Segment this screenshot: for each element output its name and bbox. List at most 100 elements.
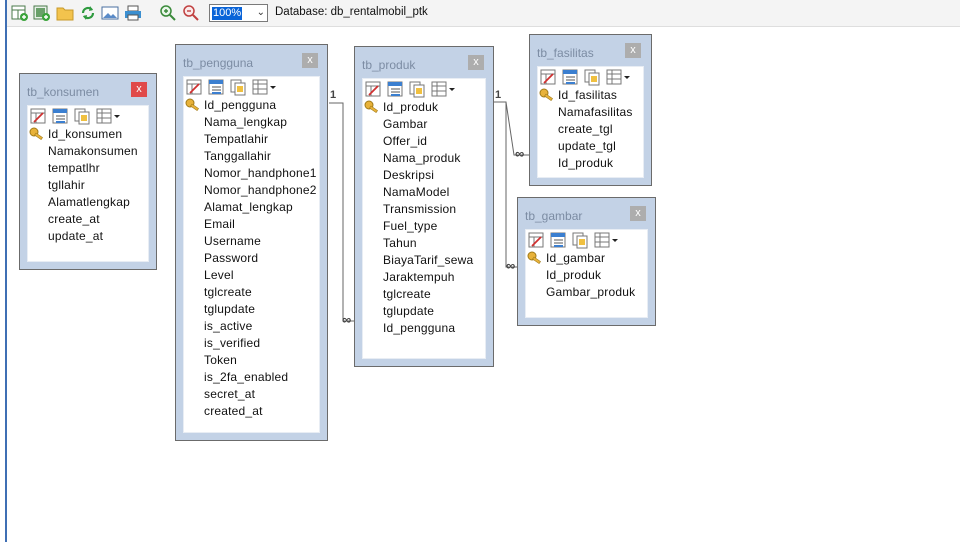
field-row[interactable]: Token — [184, 352, 319, 369]
zoom-in-icon[interactable] — [159, 4, 177, 22]
field-row[interactable]: create_tgl — [538, 121, 643, 138]
field-row[interactable]: Namafasilitas — [538, 104, 643, 121]
field-row[interactable]: tglupdate — [363, 303, 485, 320]
field-row[interactable]: Id_produk — [526, 267, 647, 284]
close-icon[interactable]: x — [630, 206, 646, 221]
edit-table-icon[interactable] — [528, 232, 545, 249]
field-row[interactable]: Id_pengguna — [184, 97, 319, 114]
field-row[interactable]: Id_fasilitas — [538, 87, 643, 104]
table-body: Id_konsumen Namakonsumen tempatlhr tglla… — [27, 105, 149, 262]
table-tb-fasilitas[interactable]: tb_fasilitas x Id_fasilitas Namafasilita… — [529, 34, 652, 186]
field-row[interactable]: Tempatlahir — [184, 131, 319, 148]
field-row[interactable]: Id_produk — [538, 155, 643, 172]
field-row[interactable]: Nama_lengkap — [184, 114, 319, 131]
table-properties-icon[interactable] — [562, 69, 579, 86]
field-row[interactable]: Id_konsumen — [28, 126, 148, 143]
edit-table-icon[interactable] — [30, 108, 47, 125]
field-row[interactable]: secret_at — [184, 386, 319, 403]
table-tb-pengguna[interactable]: tb_pengguna x Id_pengguna Nama_lengkap T… — [175, 44, 328, 441]
table-title: tb_konsumen — [27, 85, 100, 99]
field-list: Id_konsumen Namakonsumen tempatlhr tglla… — [28, 126, 148, 245]
refresh-icon[interactable] — [79, 4, 97, 22]
field-row[interactable]: is_2fa_enabled — [184, 369, 319, 386]
close-icon[interactable]: x — [302, 53, 318, 68]
field-row[interactable]: Gambar — [363, 116, 485, 133]
field-row[interactable]: NamaModel — [363, 184, 485, 201]
close-icon[interactable]: x — [625, 43, 641, 58]
table-menu-dropdown[interactable] — [594, 232, 620, 249]
copy-table-icon[interactable] — [409, 81, 426, 98]
field-row[interactable]: Email — [184, 216, 319, 233]
field-row[interactable]: Tahun — [363, 235, 485, 252]
close-icon[interactable]: x — [131, 82, 147, 97]
field-row[interactable]: Tanggallahir — [184, 148, 319, 165]
field-row[interactable]: Jaraktempuh — [363, 269, 485, 286]
field-row[interactable]: is_active — [184, 318, 319, 335]
field-row[interactable]: Nomor_handphone1 — [184, 165, 319, 182]
copy-table-icon[interactable] — [74, 108, 91, 125]
field-row[interactable]: Alamat_lengkap — [184, 199, 319, 216]
add-table-icon[interactable] — [11, 4, 29, 22]
field-row[interactable]: Password — [184, 250, 319, 267]
primary-key-icon — [539, 88, 555, 102]
field-row[interactable]: tglcreate — [184, 284, 319, 301]
field-row[interactable]: tglcreate — [363, 286, 485, 303]
copy-table-icon[interactable] — [584, 69, 601, 86]
field-row[interactable]: tgllahir — [28, 177, 148, 194]
field-row[interactable]: created_at — [184, 403, 319, 420]
table-menu-dropdown[interactable] — [252, 79, 278, 96]
chevron-down-icon: ⌄ — [256, 7, 265, 18]
print-icon[interactable] — [124, 4, 142, 22]
database-label: Database: db_rentalmobil_ptk — [275, 6, 428, 18]
table-menu-dropdown[interactable] — [96, 108, 122, 125]
field-row[interactable]: Namakonsumen — [28, 143, 148, 160]
field-row[interactable]: is_verified — [184, 335, 319, 352]
field-row[interactable]: Nama_produk — [363, 150, 485, 167]
table-tb-produk[interactable]: tb_produk x Id_produk Gambar Offer_id Na… — [354, 46, 494, 367]
field-row[interactable]: BiayaTarif_sewa — [363, 252, 485, 269]
field-row[interactable]: tglupdate — [184, 301, 319, 318]
open-folder-icon[interactable] — [56, 4, 74, 22]
add-relation-icon[interactable] — [33, 4, 51, 22]
field-row[interactable]: Id_pengguna — [363, 320, 485, 337]
table-toolbar — [528, 232, 648, 250]
table-properties-icon[interactable] — [52, 108, 69, 125]
zoom-select[interactable]: 100% ⌄ — [209, 4, 268, 22]
field-row[interactable]: Fuel_type — [363, 218, 485, 235]
field-row[interactable]: Alamatlengkap — [28, 194, 148, 211]
primary-key-icon — [29, 127, 45, 141]
diagram-canvas[interactable]: 1 ∞ 1 ∞ ∞ tb_konsumen x Id_konsumen Nama… — [9, 27, 960, 542]
edit-table-icon[interactable] — [365, 81, 382, 98]
close-icon[interactable]: x — [468, 55, 484, 70]
field-row[interactable]: Offer_id — [363, 133, 485, 150]
relation-many-label: ∞ — [342, 312, 352, 327]
zoom-out-icon[interactable] — [182, 4, 200, 22]
field-row[interactable]: Nomor_handphone2 — [184, 182, 319, 199]
table-tb-konsumen[interactable]: tb_konsumen x Id_konsumen Namakonsumen t… — [19, 73, 157, 270]
zoom-value: 100% — [212, 7, 243, 20]
field-row[interactable]: Username — [184, 233, 319, 250]
table-menu-dropdown[interactable] — [606, 69, 632, 86]
field-row[interactable]: tempatlhr — [28, 160, 148, 177]
field-row[interactable]: update_at — [28, 228, 148, 245]
field-row[interactable]: update_tgl — [538, 138, 643, 155]
edit-table-icon[interactable] — [186, 79, 203, 96]
table-tb-gambar[interactable]: tb_gambar x Id_gambar Id_produk Gambar_p… — [517, 197, 656, 326]
table-body: Id_gambar Id_produk Gambar_produk — [525, 229, 648, 318]
table-properties-icon[interactable] — [208, 79, 225, 96]
primary-key-icon — [364, 100, 380, 114]
field-row[interactable]: create_at — [28, 211, 148, 228]
field-row[interactable]: Id_produk — [363, 99, 485, 116]
field-row[interactable]: Deskripsi — [363, 167, 485, 184]
copy-table-icon[interactable] — [572, 232, 589, 249]
field-row[interactable]: Level — [184, 267, 319, 284]
table-properties-icon[interactable] — [387, 81, 404, 98]
table-properties-icon[interactable] — [550, 232, 567, 249]
edit-table-icon[interactable] — [540, 69, 557, 86]
field-row[interactable]: Gambar_produk — [526, 284, 647, 301]
field-row[interactable]: Transmission — [363, 201, 485, 218]
copy-table-icon[interactable] — [230, 79, 247, 96]
image-icon[interactable] — [101, 4, 119, 22]
field-row[interactable]: Id_gambar — [526, 250, 647, 267]
table-menu-dropdown[interactable] — [431, 81, 457, 98]
